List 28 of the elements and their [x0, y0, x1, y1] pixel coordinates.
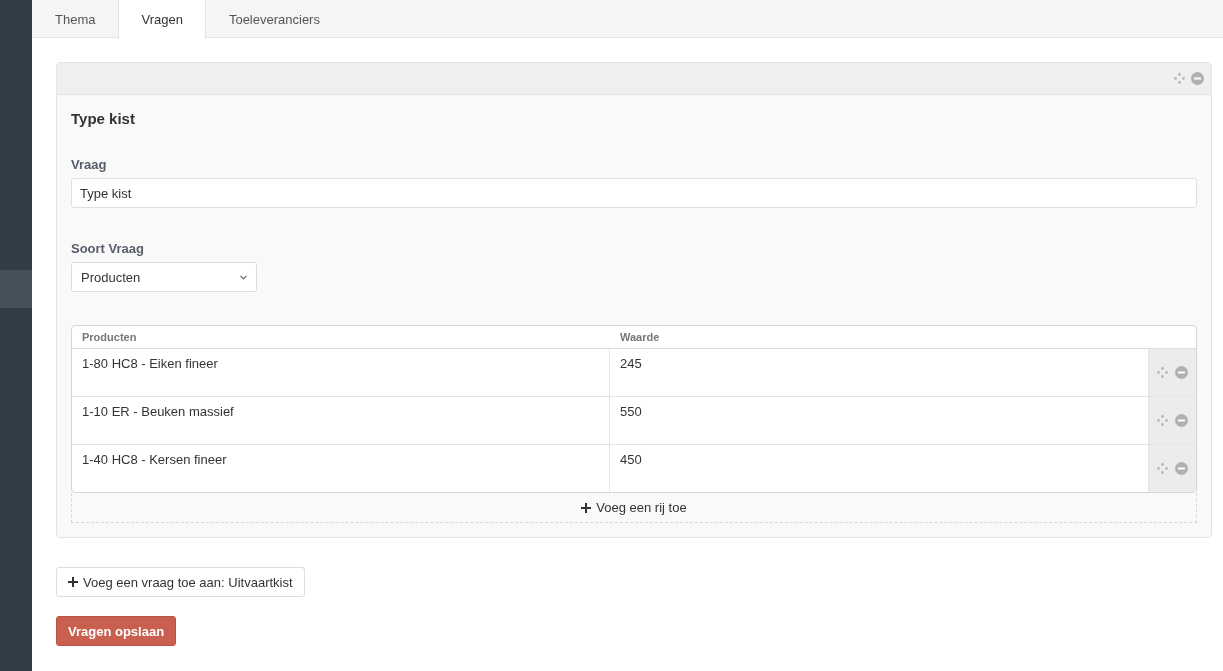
question-title: Type kist	[71, 110, 136, 127]
tab[interactable]: Thema	[32, 0, 119, 39]
question-input[interactable]: Type kist	[71, 178, 1197, 208]
remove-icon[interactable]	[1175, 414, 1188, 427]
add-question-button[interactable]: Voeg een vraag toe aan: Uitvaartkist	[56, 567, 305, 597]
field-label: Vraag	[71, 157, 108, 172]
tab[interactable]: Vragen	[118, 0, 206, 39]
column-header: Producten	[81, 331, 138, 343]
tab[interactable]: Toeleveranciers	[205, 0, 343, 39]
remove-icon[interactable]	[1175, 462, 1188, 475]
column-header: Waarde	[619, 331, 661, 343]
remove-icon[interactable]	[1175, 366, 1188, 379]
move-icon[interactable]	[1157, 367, 1168, 378]
table-cell: 1-80 HC8 - Eiken fineer	[72, 349, 610, 396]
field-label: Soort Vraag	[71, 241, 145, 256]
move-icon[interactable]	[1174, 73, 1185, 84]
move-icon[interactable]	[1157, 463, 1168, 474]
remove-icon[interactable]	[1191, 72, 1204, 85]
move-icon[interactable]	[1157, 415, 1168, 426]
sidebar-item[interactable]	[0, 270, 32, 308]
chevron-down-icon	[240, 274, 247, 280]
question-type-select[interactable]: Producten	[71, 262, 257, 292]
save-button[interactable]: Vragen opslaan	[56, 616, 177, 646]
table-cell: 1-40 HC8 - Kersen fineer	[72, 445, 610, 492]
plus-icon	[581, 502, 592, 513]
table-cell: 1-10 ER - Beuken massief	[72, 397, 610, 444]
plus-icon	[68, 577, 78, 587]
add-row-button[interactable]: Voeg een rij toe	[71, 493, 1197, 523]
